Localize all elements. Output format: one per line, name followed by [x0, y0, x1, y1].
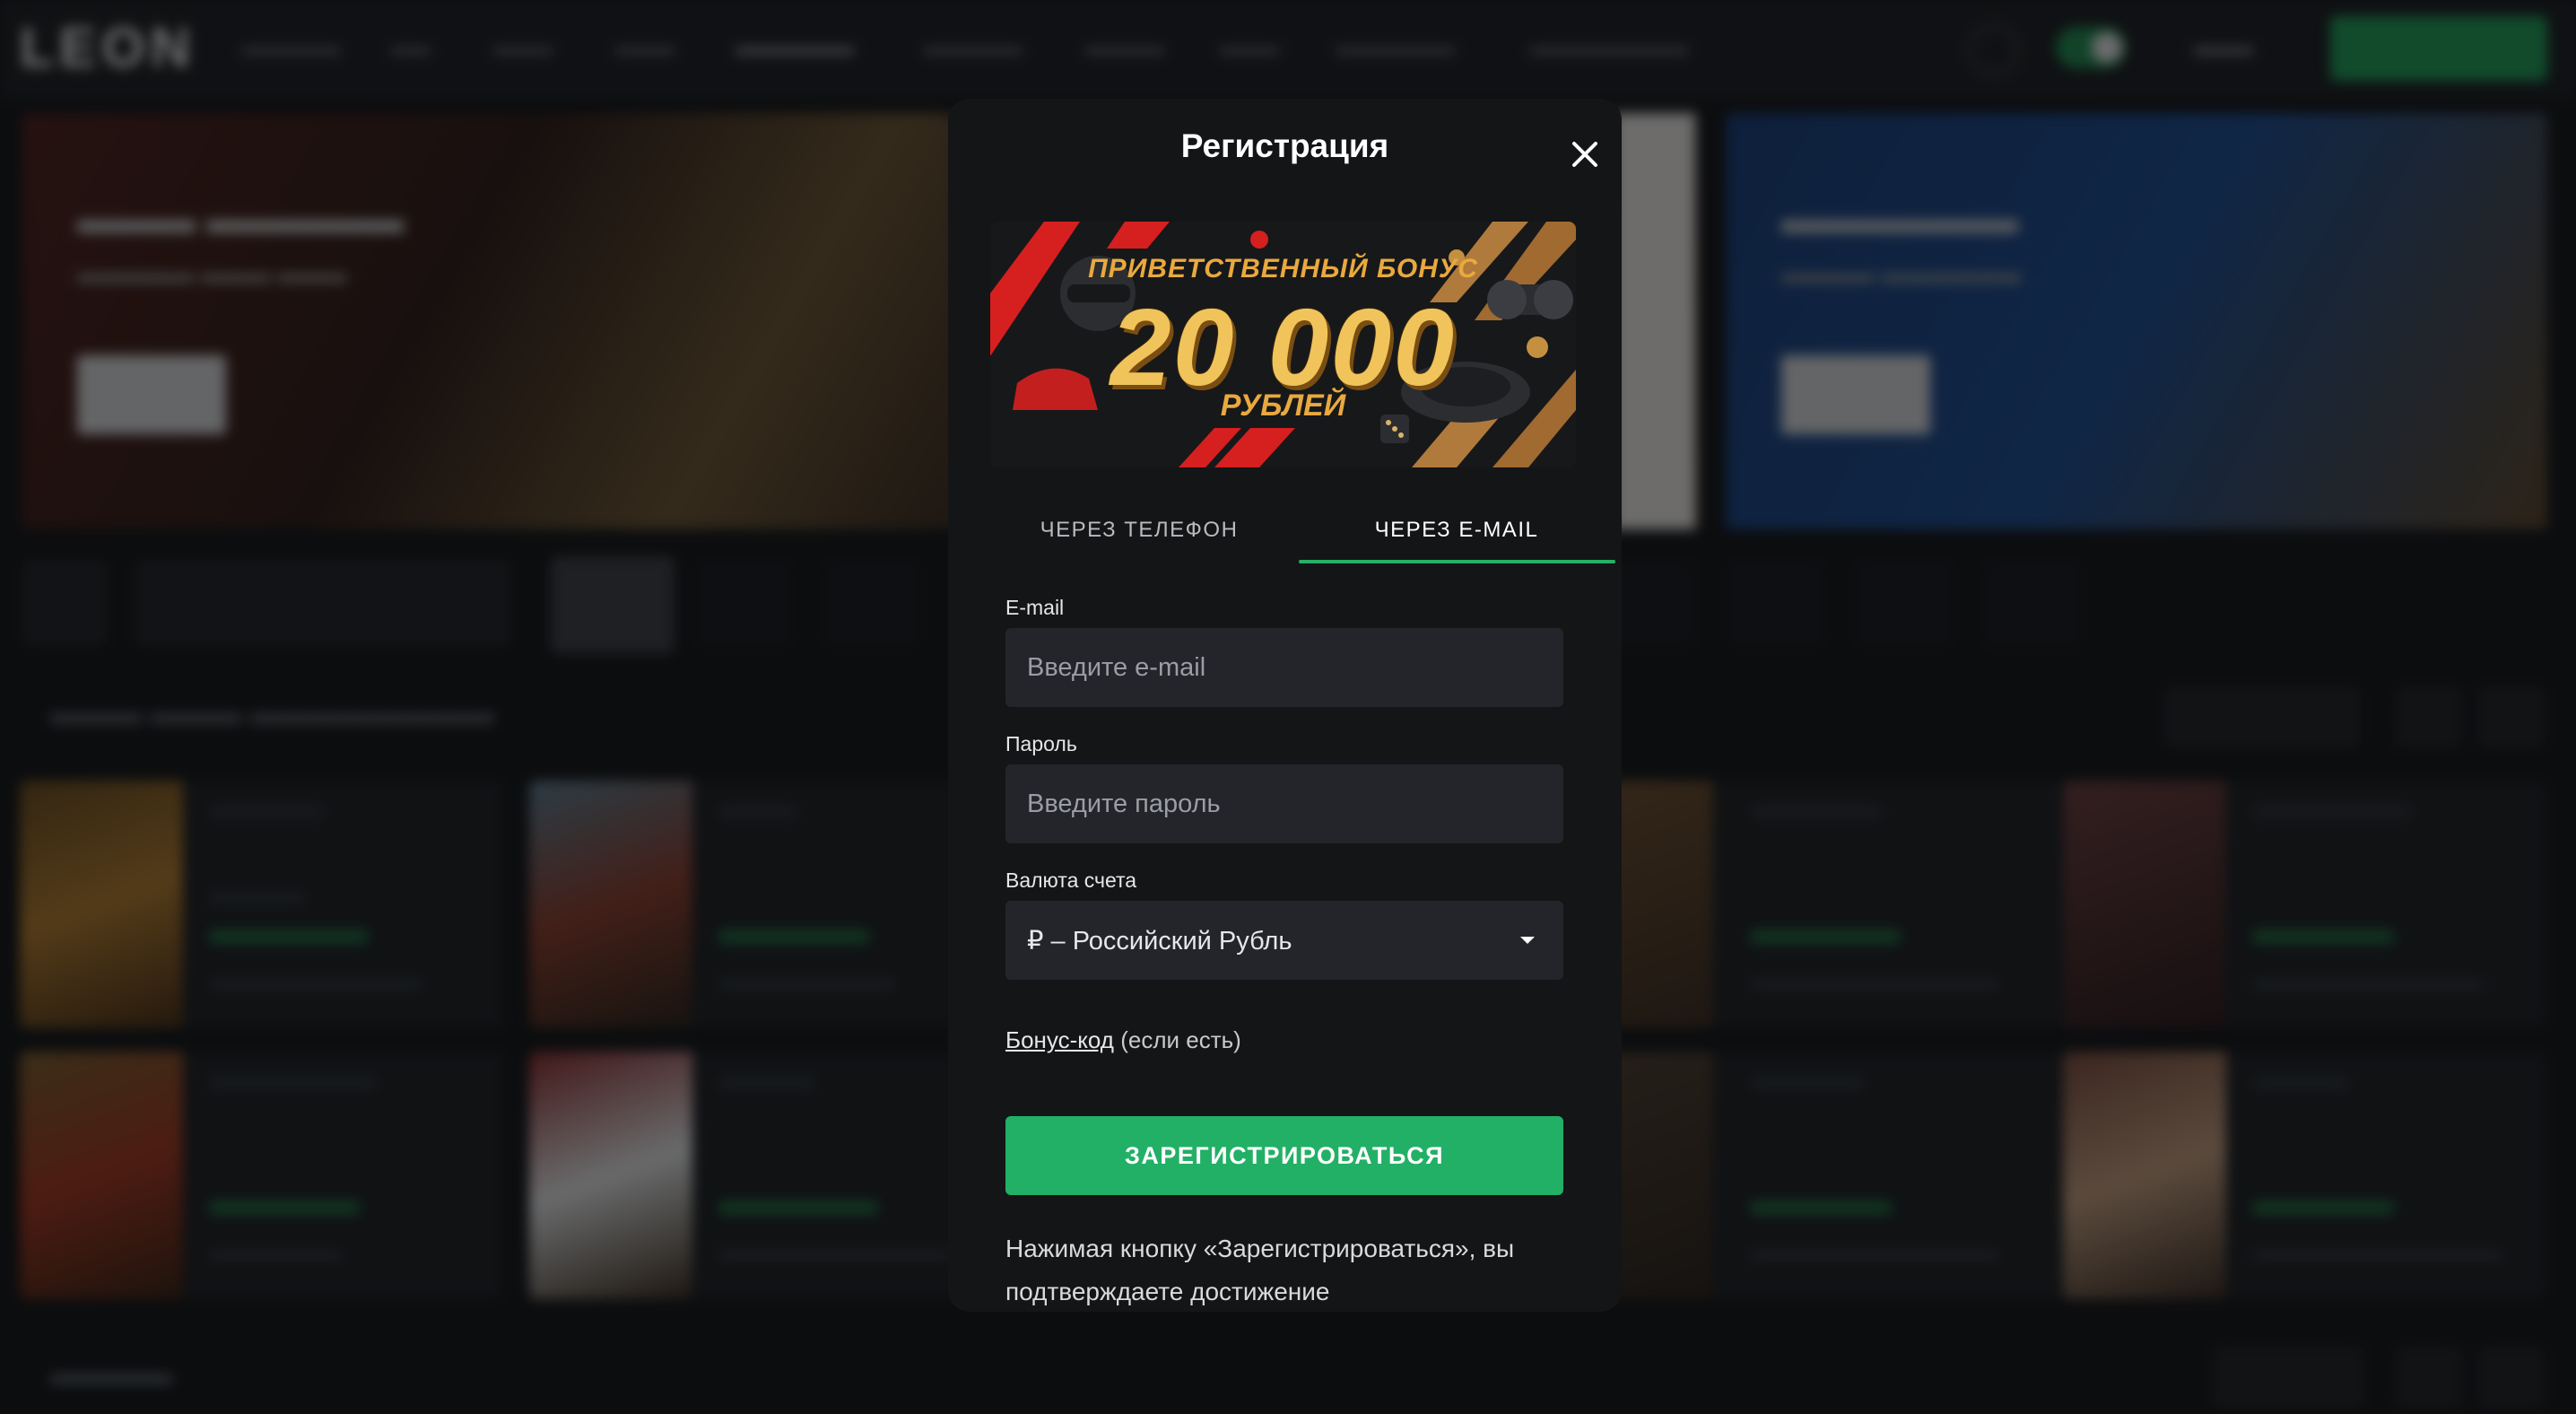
bonus-code-row: Бонус-код (если есть)	[1005, 1026, 1241, 1054]
terms-text: Нажимая кнопку «Зарегистрироваться», вы …	[1005, 1235, 1515, 1305]
welcome-bonus-banner: ПРИВЕТСТВЕННЫЙ БОНУС 20 000 РУБЛЕЙ	[990, 222, 1576, 467]
registration-modal: Регистрация ПРИВЕТСТВЕННЫЙ БОНУС 20 000 …	[948, 99, 1622, 1312]
currency-value: ₽ – Российский Рубль	[1027, 926, 1292, 956]
currency-label: Валюта счета	[1005, 868, 1137, 892]
active-tab-indicator	[1299, 560, 1615, 563]
modal-title: Регистрация	[1180, 127, 1389, 164]
password-field[interactable]	[1005, 764, 1563, 843]
email-label: E-mail	[1005, 596, 1065, 619]
bonus-code-link[interactable]: Бонус-код	[1005, 1026, 1114, 1053]
close-icon[interactable]	[1562, 131, 1608, 178]
currency-select[interactable]: ₽ – Российский Рубль	[1005, 901, 1563, 980]
bonus-heading: ПРИВЕТСТВЕННЫЙ БОНУС	[1088, 254, 1478, 284]
bonus-code-hint: (если есть)	[1113, 1026, 1241, 1053]
chevron-down-icon	[1520, 937, 1535, 944]
register-button[interactable]: ЗАРЕГИСТРИРОВАТЬСЯ	[1005, 1116, 1563, 1195]
email-field[interactable]	[1005, 628, 1563, 707]
tab-phone[interactable]: ЧЕРЕЗ ТЕЛЕФОН	[990, 499, 1288, 571]
password-label: Пароль	[1005, 732, 1077, 755]
bonus-currency: РУБЛЕЙ	[1220, 388, 1346, 423]
